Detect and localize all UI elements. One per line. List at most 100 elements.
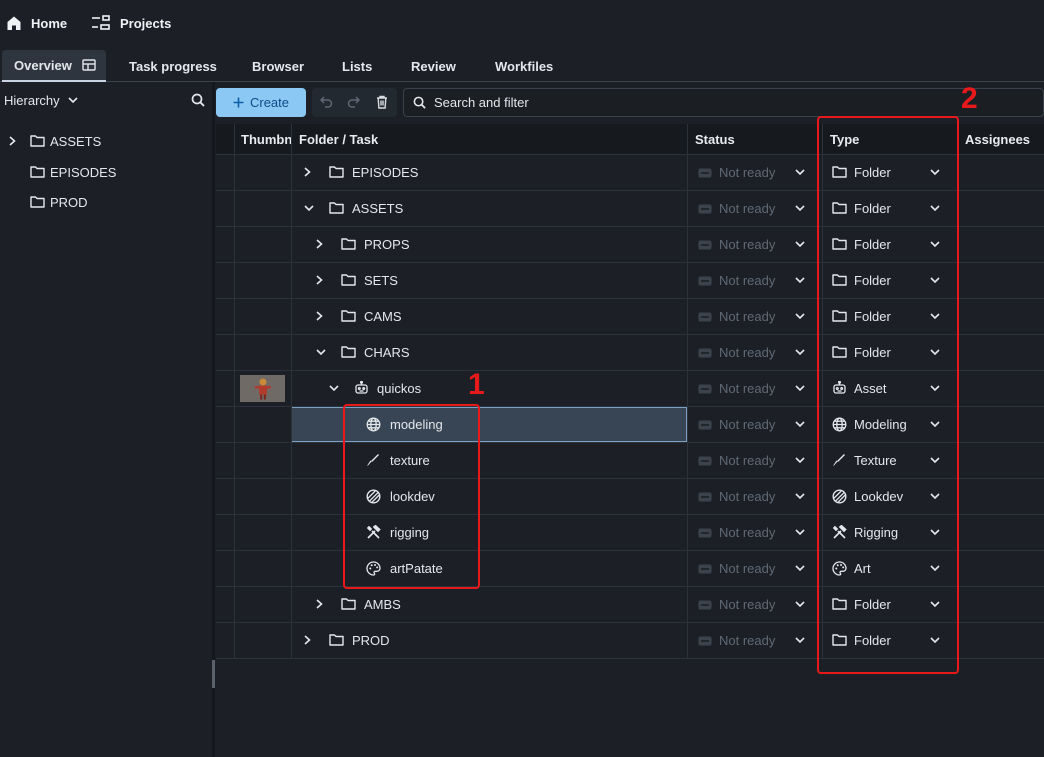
row-name: quickos — [377, 381, 422, 396]
panel-divider[interactable] — [212, 82, 215, 757]
status-dropdown[interactable]: Not ready — [687, 623, 822, 658]
status-dropdown[interactable]: Not ready — [687, 479, 822, 514]
status-icon — [698, 204, 712, 214]
status-dropdown[interactable]: Not ready — [687, 263, 822, 298]
assignees-cell[interactable] — [957, 623, 1044, 658]
tab-lists[interactable]: Lists — [342, 50, 372, 82]
row-name: PROPS — [364, 237, 410, 252]
assignees-cell[interactable] — [957, 191, 1044, 226]
status-icon — [698, 348, 712, 358]
column-header-thumbnail[interactable]: Thumbn — [241, 124, 291, 155]
assignees-cell[interactable] — [957, 299, 1044, 334]
sidebar-item-assets[interactable]: ASSETS — [0, 126, 212, 156]
chevron-down-icon — [795, 493, 805, 500]
chevron-right-icon[interactable] — [316, 275, 323, 285]
status-dropdown[interactable]: Not ready — [687, 227, 822, 262]
status-dropdown[interactable]: Not ready — [687, 191, 822, 226]
chevron-down-icon — [795, 313, 805, 320]
hierarchy-dropdown-label: Hierarchy — [4, 92, 60, 108]
status-dropdown[interactable]: Not ready — [687, 587, 822, 622]
assignees-cell[interactable] — [957, 551, 1044, 586]
status-dropdown[interactable]: Not ready — [687, 407, 822, 442]
tab-bar: Overview Task progress Browser Lists Rev… — [0, 46, 1044, 82]
projects-link[interactable]: Projects — [91, 0, 171, 46]
create-button[interactable]: Create — [216, 88, 306, 117]
folder-icon — [341, 597, 356, 610]
tab-lists-label: Lists — [342, 58, 373, 74]
status-label: Not ready — [719, 489, 776, 504]
status-label: Not ready — [719, 381, 776, 396]
trash-icon[interactable] — [376, 95, 388, 109]
assignees-cell[interactable] — [957, 155, 1044, 190]
home-link[interactable]: Home — [6, 0, 67, 46]
tab-workfiles[interactable]: Workfiles — [495, 50, 553, 82]
status-dropdown[interactable]: Not ready — [687, 371, 822, 406]
status-label: Not ready — [719, 165, 776, 180]
chevron-right-icon[interactable] — [304, 635, 311, 645]
status-dropdown[interactable]: Not ready — [687, 335, 822, 370]
thumbnail-image[interactable] — [240, 375, 285, 402]
column-header-folder-task[interactable]: Folder / Task — [299, 124, 378, 155]
status-label: Not ready — [719, 453, 776, 468]
assignees-cell[interactable] — [957, 587, 1044, 622]
chevron-right-icon[interactable] — [316, 239, 323, 249]
projects-label: Projects — [120, 15, 172, 31]
chevron-down-icon[interactable] — [304, 205, 314, 212]
status-label: Not ready — [719, 345, 776, 360]
status-label: Not ready — [719, 633, 776, 648]
status-dropdown[interactable]: Not ready — [687, 551, 822, 586]
status-icon — [698, 276, 712, 286]
projects-icon — [91, 15, 111, 31]
tab-overview[interactable]: Overview — [2, 50, 106, 82]
assignees-cell[interactable] — [957, 443, 1044, 478]
sidebar-item-prod[interactable]: PROD — [0, 187, 212, 217]
chevron-right-icon[interactable] — [316, 599, 323, 609]
tab-workfiles-label: Workfiles — [495, 58, 554, 74]
chevron-right-icon[interactable] — [9, 136, 16, 146]
column-divider — [291, 124, 292, 659]
tab-review[interactable]: Review — [411, 50, 456, 82]
status-dropdown[interactable]: Not ready — [687, 443, 822, 478]
assignees-cell[interactable] — [957, 263, 1044, 298]
status-dropdown[interactable]: Not ready — [687, 299, 822, 334]
undo-redo-group — [312, 88, 397, 117]
sidebar-item-label: EPISODES — [50, 164, 117, 180]
assignees-cell[interactable] — [957, 227, 1044, 262]
status-icon — [698, 636, 712, 646]
assignees-cell[interactable] — [957, 515, 1044, 550]
chevron-down-icon — [795, 277, 805, 284]
assignees-cell[interactable] — [957, 407, 1044, 442]
tab-browser[interactable]: Browser — [252, 50, 304, 82]
sidebar-item-episodes[interactable]: EPISODES — [0, 157, 212, 187]
search-filter-input[interactable]: Search and filter — [403, 88, 1044, 117]
tab-task-progress[interactable]: Task progress — [129, 50, 217, 82]
column-header-assignees[interactable]: Assignees — [965, 124, 1030, 155]
assignees-cell[interactable] — [957, 371, 1044, 406]
status-label: Not ready — [719, 525, 776, 540]
undo-icon[interactable] — [320, 96, 333, 108]
assignees-cell[interactable] — [957, 335, 1044, 370]
status-icon — [698, 600, 712, 610]
panel-resize-handle[interactable] — [212, 660, 215, 688]
hierarchy-dropdown[interactable]: Hierarchy — [4, 93, 78, 108]
chevron-right-icon[interactable] — [316, 311, 323, 321]
status-label: Not ready — [719, 417, 776, 432]
chevron-down-icon — [795, 169, 805, 176]
create-button-label: Create — [249, 95, 290, 110]
folder-icon — [30, 165, 45, 178]
status-icon — [698, 240, 712, 250]
chevron-down-icon[interactable] — [329, 385, 339, 392]
chevron-down-icon — [795, 205, 805, 212]
chevron-down-icon — [795, 565, 805, 572]
chevron-down-icon[interactable] — [316, 349, 326, 356]
column-header-status[interactable]: Status — [695, 124, 735, 155]
folder-icon — [341, 237, 356, 250]
search-icon[interactable] — [191, 93, 205, 107]
status-dropdown[interactable]: Not ready — [687, 515, 822, 550]
redo-icon[interactable] — [347, 96, 360, 108]
row-name: CHARS — [364, 345, 410, 360]
tab-review-label: Review — [411, 58, 456, 74]
status-dropdown[interactable]: Not ready — [687, 155, 822, 190]
assignees-cell[interactable] — [957, 479, 1044, 514]
chevron-right-icon[interactable] — [304, 167, 311, 177]
